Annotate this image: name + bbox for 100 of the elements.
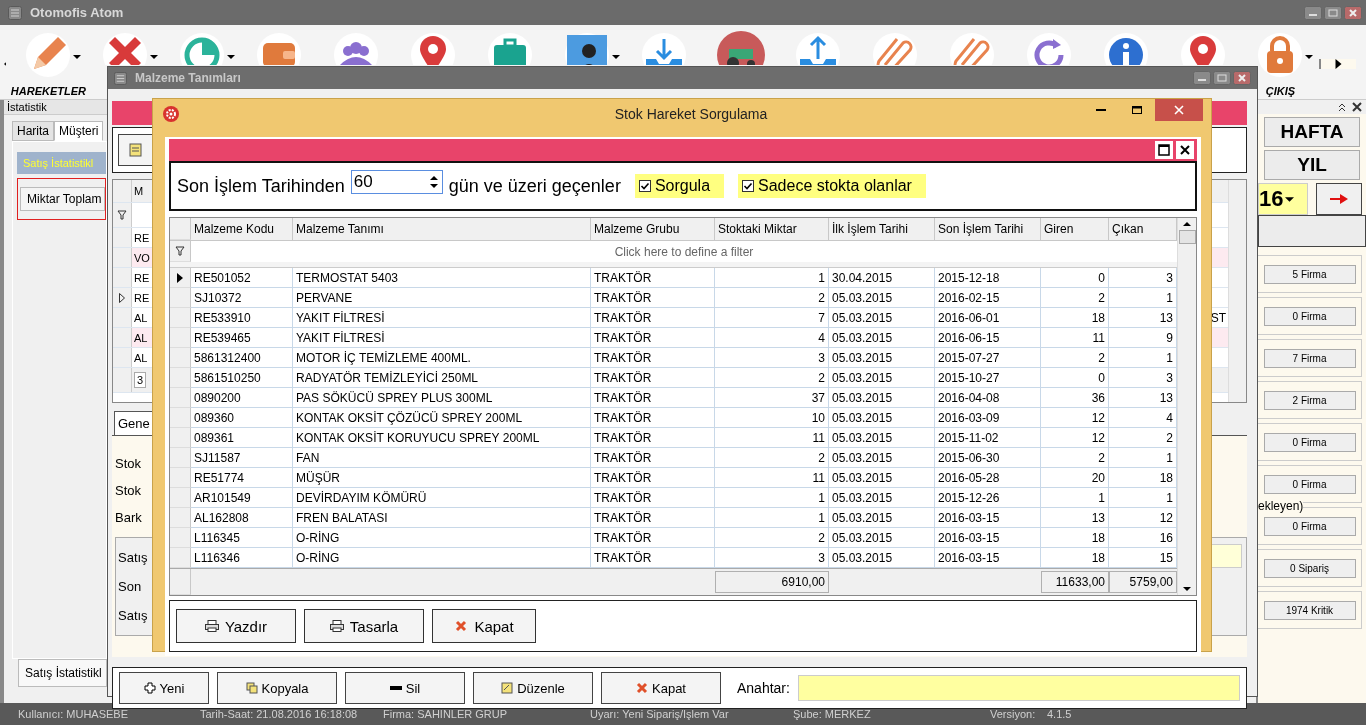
counter-button[interactable]: 5 Firma <box>1263 264 1356 284</box>
days-spinner[interactable]: 60 <box>350 170 443 194</box>
table-row[interactable]: 5861510250 RADYATÖR TEMİZLEYİCİ 250ML TRAKTÖR 2 05.03.2015 2015-10-27 0 3 <box>170 368 1177 388</box>
table-row[interactable]: AL162808 FREN BALATASI TRAKTÖR 1 05.03.2015 2016-03-15 13 12 <box>170 508 1177 528</box>
checkbox[interactable] <box>638 180 651 192</box>
column-header[interactable]: İlk İşlem Tarihi <box>829 218 935 240</box>
column-header[interactable]: Malzeme Tanımı <box>293 218 591 240</box>
year-dropdown[interactable]: 16 <box>1258 183 1308 215</box>
scroll-up-icon[interactable] <box>1183 222 1191 226</box>
counter-button[interactable]: 1974 Kritik <box>1263 600 1356 620</box>
minimize-icon[interactable] <box>1193 71 1211 85</box>
table-cell: 0 <box>1041 368 1109 388</box>
action-button[interactable]: Düzenle <box>473 672 593 704</box>
counter-button[interactable]: 0 Firma <box>1263 432 1356 452</box>
next-button[interactable] <box>1316 183 1362 215</box>
action-button[interactable]: Kapat <box>601 672 721 704</box>
table-cell: 2016-04-08 <box>935 388 1041 408</box>
table-row[interactable]: SJ11587 FAN TRAKTÖR 2 05.03.2015 2015-06-30 2 1 <box>170 448 1177 468</box>
table-row[interactable]: RE501052 TERMOSTAT 5403 TRAKTÖR 1 30.04.2015 2015-12-18 0 3 <box>170 268 1177 288</box>
tab[interactable]: Harita <box>12 121 54 141</box>
table-row[interactable]: L116345 O-RİNG TRAKTÖR 2 05.03.2015 2016-03-15 18 16 <box>170 528 1177 548</box>
close-icon[interactable] <box>1233 71 1251 85</box>
caret-icon[interactable] <box>1304 55 1313 59</box>
period-button[interactable]: HAFTA <box>1264 117 1360 147</box>
table-row[interactable]: RE533910 YAKIT FİLTRESİ TRAKTÖR 7 05.03.2015 2016-06-01 18 13 <box>170 308 1177 328</box>
table-row[interactable]: 089360 KONTAK OKSİT ÇÖZÜCÜ SPREY 200ML TRAKTÖR 10 05.03.2015 2016-03-09 12 4 <box>170 408 1177 428</box>
table-cell: 2 <box>715 448 829 468</box>
restore-icon[interactable] <box>1324 5 1342 20</box>
close-icon[interactable] <box>1344 5 1362 20</box>
table-cell: 1 <box>715 488 829 508</box>
counter-button[interactable]: 0 Firma <box>1263 474 1356 494</box>
table-row[interactable]: 5861312400 MOTOR İÇ TEMİZLEME 400ML. TRAKTÖR 3 05.03.2015 2015-07-27 2 1 <box>170 348 1177 368</box>
column-header[interactable]: Son İşlem Tarihi <box>935 218 1041 240</box>
table-cell: 11 <box>1041 328 1109 348</box>
maximize-button[interactable] <box>1155 141 1173 159</box>
collapse-icon[interactable] <box>1338 102 1346 112</box>
filter-hint[interactable]: Click here to define a filter <box>191 241 1177 262</box>
counter-button[interactable]: 0 Firma <box>1263 306 1356 326</box>
tab[interactable]: Müşteri <box>54 121 104 141</box>
row-header[interactable] <box>170 268 191 288</box>
option-checkbox[interactable]: Sorgula <box>634 174 725 198</box>
counter-button[interactable]: 0 Firma <box>1263 516 1356 536</box>
column-header[interactable]: Giren <box>1041 218 1109 240</box>
table-row[interactable]: RE539465 YAKIT FİLTRESİ TRAKTÖR 4 05.03.2015 2016-06-15 11 9 <box>170 328 1177 348</box>
table-cell: 05.03.2015 <box>829 528 935 548</box>
person-icon[interactable] <box>563 31 612 65</box>
action-button[interactable]: Yeni <box>119 672 209 704</box>
counter-button[interactable]: 7 Firma <box>1263 348 1356 368</box>
restore-icon[interactable] <box>1213 71 1231 85</box>
table-cell: 3 <box>715 348 829 368</box>
column-header[interactable]: Malzeme Grubu <box>591 218 715 240</box>
table-cell: 36 <box>1041 388 1109 408</box>
panel-button[interactable] <box>1258 215 1366 247</box>
scroll-down-icon[interactable] <box>1183 587 1191 591</box>
minimize-icon <box>1096 109 1106 111</box>
menu-icon[interactable] <box>8 5 22 20</box>
scrollbar[interactable] <box>1228 180 1246 402</box>
table-row[interactable]: SJ10372 PERVANE TRAKTÖR 2 05.03.2015 2016-02-15 2 1 <box>170 288 1177 308</box>
search-field[interactable] <box>797 675 1240 701</box>
table-row[interactable]: AR101549 DEVİRDAYIM KÖMÜRÜ TRAKTÖR 1 05.03.2015 2015-12-26 1 1 <box>170 488 1177 508</box>
action-button[interactable]: Kapat <box>432 609 536 643</box>
option-checkbox[interactable]: Sadece stokta olanlar <box>738 174 926 198</box>
caret-icon[interactable] <box>1285 196 1295 202</box>
scroll-thumb[interactable] <box>1178 230 1196 244</box>
counter-button[interactable]: 0 Sipariş <box>1263 558 1356 578</box>
scroll-right-icon[interactable] <box>1318 59 1356 69</box>
table-cell: RE51774 <box>191 468 293 488</box>
caret-icon[interactable] <box>226 55 235 59</box>
close-button[interactable] <box>1176 141 1194 159</box>
table-cell: TRAKTÖR <box>591 428 715 448</box>
column-header[interactable]: Stoktaki Miktar <box>715 218 829 240</box>
caret-icon[interactable] <box>611 55 620 59</box>
table-cell: 05.03.2015 <box>829 428 935 448</box>
spin-down-icon[interactable] <box>429 184 438 188</box>
minimize-icon[interactable] <box>1304 5 1322 20</box>
tab[interactable]: Gene <box>114 411 154 435</box>
caret-icon[interactable] <box>72 55 81 59</box>
table-row[interactable]: 0890200 PAS SÖKÜCÜ SPREY PLUS 300ML TRAKTÖR 37 05.03.2015 2016-04-08 36 13 <box>170 388 1177 408</box>
caret-icon[interactable] <box>149 55 158 59</box>
scrollbar[interactable] <box>1177 218 1196 595</box>
close-icon[interactable] <box>1352 102 1362 112</box>
checkbox[interactable] <box>742 180 755 192</box>
table-row[interactable]: RE51774 MÜŞÜR TRAKTÖR 11 05.03.2015 2016-05-28 20 18 <box>170 468 1177 488</box>
tab[interactable]: Satış İstatistikl <box>18 659 107 687</box>
action-button[interactable]: Kopyala <box>217 672 337 704</box>
total-cell: 5759,00 <box>1109 571 1177 593</box>
section-header: Satış İstatistikl <box>17 152 106 174</box>
counter-button[interactable]: 2 Firma <box>1263 390 1356 410</box>
row-header[interactable] <box>113 288 132 307</box>
action-button[interactable]: Yazdır <box>176 609 296 643</box>
menu-icon[interactable] <box>114 71 127 85</box>
filter-icon[interactable] <box>175 246 185 256</box>
period-button[interactable]: YIL <box>1264 150 1360 180</box>
column-header[interactable]: Malzeme Kodu <box>191 218 293 240</box>
filter-icon[interactable] <box>117 210 127 220</box>
table-row[interactable]: 089361 KONTAK OKSİT KORUYUCU SPREY 200ML TRAKTÖR 11 05.03.2015 2015-11-02 12 2 <box>170 428 1177 448</box>
action-button[interactable]: Sil <box>345 672 465 704</box>
action-button[interactable]: Tasarla <box>304 609 424 643</box>
table-cell: 2 <box>715 528 829 548</box>
edit-button[interactable] <box>118 134 154 166</box>
